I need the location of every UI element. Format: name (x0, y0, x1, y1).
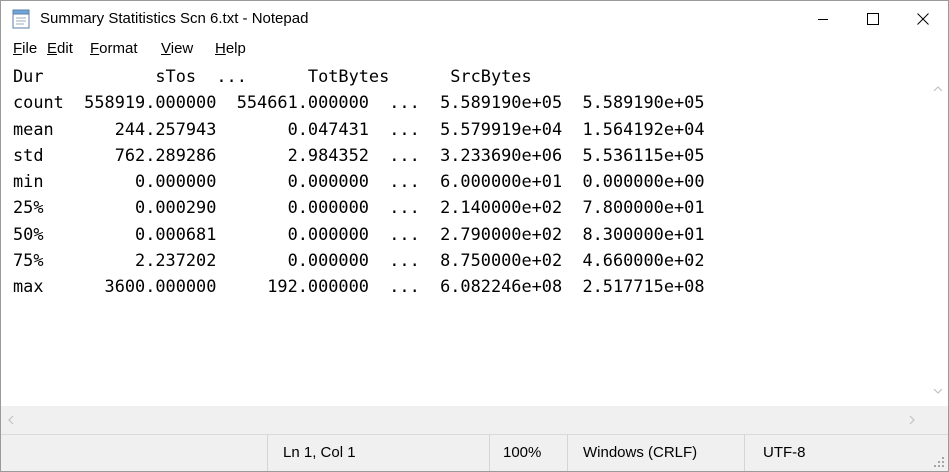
menu-format[interactable]: Format (90, 37, 138, 61)
status-bar: Ln 1, Col 1 100% Windows (CRLF) UTF-8 (1, 434, 948, 471)
close-button[interactable] (898, 1, 948, 37)
chevron-right-icon[interactable] (908, 414, 916, 426)
vertical-scrollbar[interactable] (928, 61, 948, 406)
horizontal-scrollbar[interactable] (1, 406, 948, 434)
menu-view[interactable]: View (161, 37, 193, 61)
text-editor[interactable]: Dur sTos ... TotBytes SrcBytes count 558… (1, 61, 948, 406)
resize-grip-icon[interactable] (930, 453, 946, 469)
minimize-icon (818, 19, 828, 20)
menu-file[interactable]: File (13, 37, 37, 61)
text-line: std 762.289286 2.984352 ... 3.233690e+06… (13, 144, 705, 165)
minimize-button[interactable] (798, 1, 848, 37)
chevron-left-icon[interactable] (7, 414, 15, 426)
editor-text: Dur sTos ... TotBytes SrcBytes count 558… (13, 63, 705, 300)
text-line: 75% 2.237202 0.000000 ... 8.750000e+02 4… (13, 250, 705, 271)
menu-edit[interactable]: Edit (47, 37, 73, 61)
chevron-up-icon[interactable] (932, 85, 944, 93)
maximize-button[interactable] (848, 1, 898, 37)
text-line: min 0.000000 0.000000 ... 6.000000e+01 0… (13, 171, 705, 192)
text-line: max 3600.000000 192.000000 ... 6.082246e… (13, 276, 705, 297)
status-zoom: 100% (503, 444, 542, 461)
status-line-ending: Windows (CRLF) (583, 444, 698, 461)
chevron-down-icon[interactable] (932, 387, 944, 395)
status-divider (267, 435, 268, 471)
status-position: Ln 1, Col 1 (283, 444, 356, 461)
notepad-window: Summary Statitistics Scn 6.txt - Notepad… (0, 0, 949, 472)
menu-help[interactable]: Help (215, 37, 246, 61)
text-line: 25% 0.000290 0.000000 ... 2.140000e+02 7… (13, 197, 705, 218)
title-bar[interactable]: Summary Statitistics Scn 6.txt - Notepad (1, 1, 948, 37)
text-line: count 558919.000000 554661.000000 ... 5.… (13, 92, 705, 113)
text-line: Dur sTos ... TotBytes SrcBytes (13, 66, 532, 86)
window-title: Summary Statitistics Scn 6.txt - Notepad (40, 10, 309, 27)
status-divider (489, 435, 490, 471)
maximize-icon (867, 13, 879, 25)
text-line: mean 244.257943 0.047431 ... 5.579919e+0… (13, 118, 705, 139)
notepad-icon (12, 9, 30, 29)
status-encoding: UTF-8 (763, 444, 806, 461)
status-divider (567, 435, 568, 471)
close-icon (917, 13, 929, 25)
text-line: 50% 0.000681 0.000000 ... 2.790000e+02 8… (13, 223, 705, 244)
menu-bar: File Edit Format View Help (1, 37, 948, 61)
status-divider (744, 435, 745, 471)
